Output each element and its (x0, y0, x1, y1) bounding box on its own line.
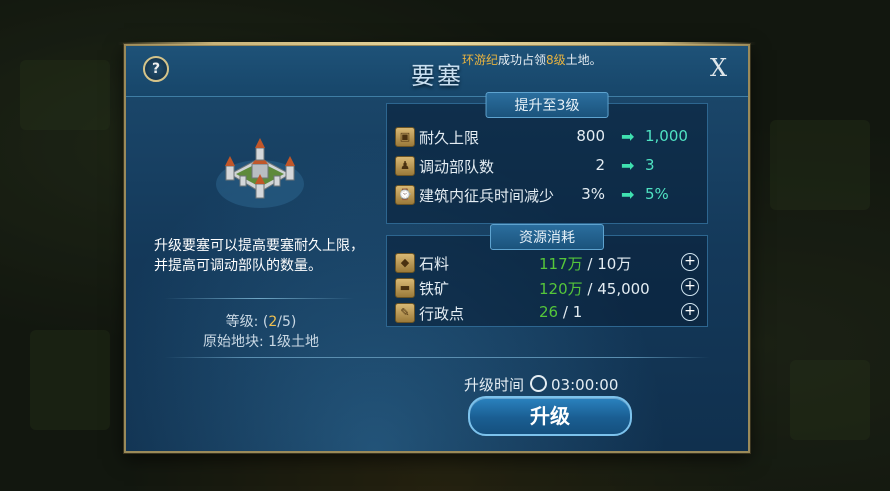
resource-need: / 1 (562, 303, 583, 321)
stat-row-recruit-time: ⌚ 建筑内征兵时间减少 3% ➡ 5% (395, 182, 699, 208)
resource-label: 铁矿 (419, 280, 450, 298)
stat-from: 3% (581, 185, 605, 203)
resource-have: 117万 (539, 255, 583, 273)
level-divider (164, 298, 354, 299)
dialog-title-bar: ? 要塞 环游纪成功占领8级土地。 X (126, 46, 748, 97)
notice-player-name: 环游纪 (462, 53, 499, 67)
clock-icon (530, 375, 548, 392)
resource-row-admin-point: ✎ 行政点 26 / 1 + (395, 300, 699, 326)
upgrade-button[interactable]: 升级 (468, 396, 632, 436)
resource-label: 石料 (419, 255, 450, 273)
origin-label: 原始地块: (202, 334, 264, 350)
stat-to: 1,000 (645, 127, 688, 145)
stat-label: 建筑内征兵时间减少 (419, 187, 555, 205)
upgrade-time: 升级时间 03:00:00 (464, 374, 618, 395)
fortress-image (216, 138, 304, 208)
upgrade-stats-section: 提升至3级 ▣ 耐久上限 800 ➡ 1,000 ♟ 调动部队数 2 ➡ 3 ⌚… (386, 92, 708, 224)
resource-row-stone: ◆ 石料 117万 / 10万 + (395, 250, 699, 276)
resource-have: 26 (539, 303, 559, 321)
stat-row-durability: ▣ 耐久上限 800 ➡ 1,000 (395, 124, 699, 150)
fortress-dialog: ? 要塞 环游纪成功占领8级土地。 X 升级要塞可以提高要塞耐久上限，并提高可调… (118, 42, 756, 453)
arrow-right-icon: ➡ (621, 156, 635, 175)
stat-label: 调动部队数 (419, 158, 495, 176)
add-stone-button[interactable]: + (681, 253, 699, 271)
troop-icon: ♟ (395, 156, 415, 176)
resource-section-header: 资源消耗 (490, 224, 604, 250)
fortress-description: 升级要塞可以提高要塞耐久上限，并提高可调动部队的数量。 (154, 238, 364, 274)
resource-have: 120万 (539, 280, 583, 298)
upgrade-time-value: 03:00:00 (551, 376, 619, 394)
iron-icon: ▬ (395, 278, 415, 298)
resource-amount: 26 / 1 (539, 303, 582, 321)
level-display: 等级: (2/5) (126, 311, 396, 331)
level-label: 等级: (225, 314, 259, 330)
footer-divider (164, 357, 710, 358)
admin-point-icon: ✎ (395, 303, 415, 323)
stat-from: 800 (576, 127, 605, 145)
resource-need: / 10万 (587, 255, 632, 273)
resource-need: / 45,000 (587, 280, 650, 298)
add-iron-button[interactable]: + (681, 278, 699, 296)
close-button[interactable]: X (710, 54, 727, 82)
origin-land: 原始地块: 1级土地 (126, 331, 396, 351)
notice-land-level: 8级 (546, 53, 566, 67)
add-admin-point-button[interactable]: + (681, 303, 699, 321)
level-rest: /5) (277, 314, 297, 330)
upgrade-time-label: 升级时间 (464, 376, 525, 394)
recruit-time-icon: ⌚ (395, 185, 415, 205)
upgrade-section-header: 提升至3级 (485, 92, 609, 118)
resource-amount: 120万 / 45,000 (539, 278, 650, 299)
dialog-top-ornament (118, 42, 756, 45)
stat-row-troops: ♟ 调动部队数 2 ➡ 3 (395, 153, 699, 179)
resource-amount: 117万 / 10万 (539, 253, 631, 274)
resource-cost-section: 资源消耗 ◆ 石料 117万 / 10万 + ▬ 铁矿 120万 / 45,00… (386, 224, 708, 327)
stone-icon: ◆ (395, 253, 415, 273)
resource-label: 行政点 (419, 305, 465, 323)
notice-text-tail: 土地。 (565, 53, 602, 67)
stat-label: 耐久上限 (419, 129, 480, 147)
dialog-title: 要塞 (411, 62, 463, 90)
arrow-right-icon: ➡ (621, 127, 635, 146)
capture-notice: 环游纪成功占领8级土地。 (462, 51, 602, 68)
stat-to: 5% (645, 185, 669, 203)
notice-text: 成功占领 (498, 53, 547, 67)
arrow-right-icon: ➡ (621, 185, 635, 204)
durability-icon: ▣ (395, 127, 415, 147)
level-current: 2 (268, 314, 278, 330)
origin-value: 1级土地 (268, 334, 320, 350)
resource-row-iron: ▬ 铁矿 120万 / 45,000 + (395, 275, 699, 301)
stat-to: 3 (645, 156, 655, 174)
stat-from: 2 (595, 156, 605, 174)
